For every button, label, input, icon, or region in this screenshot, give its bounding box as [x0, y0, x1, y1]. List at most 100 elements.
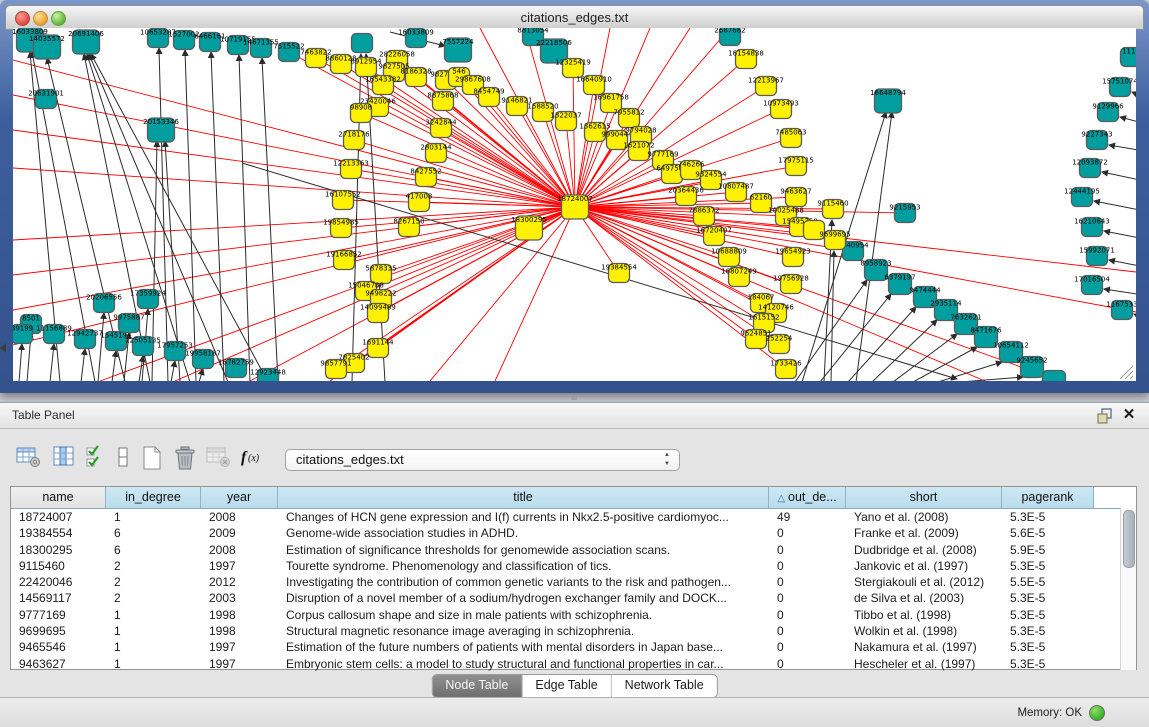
table-cell: 0 [769, 590, 846, 606]
graph-node-label: 20631901 [28, 90, 64, 98]
column-header-pagerank[interactable]: pagerank [1002, 487, 1094, 508]
table-cell: Changes of HCN gene expression and I(f) … [278, 509, 769, 525]
table-row[interactable]: 977716911998Corpus callosum shape and si… [11, 607, 1136, 623]
tab-node-table[interactable]: Node Table [432, 675, 521, 697]
black-citation-edge[interactable] [1104, 231, 1136, 240]
delete-rows-icon[interactable] [172, 445, 200, 473]
close-panel-icon[interactable]: ✕ [1121, 406, 1137, 424]
table-row[interactable]: 1872400712008Changes of HCN gene express… [11, 509, 1136, 525]
black-citation-edge[interactable] [1120, 117, 1136, 125]
red-citation-edge[interactable] [573, 68, 575, 207]
new-table-icon[interactable] [140, 445, 168, 473]
scrollbar-thumb[interactable] [1123, 510, 1135, 568]
black-citation-edge[interactable] [872, 320, 937, 381]
black-citation-edge[interactable] [1109, 145, 1136, 152]
red-citation-edge[interactable] [13, 207, 575, 345]
graph-node[interactable] [1043, 371, 1066, 382]
graph-node-label: 20364436 [668, 187, 704, 195]
red-citation-edge[interactable] [575, 207, 791, 284]
table-row[interactable]: 946362711997Embryonic stem cells: a mode… [11, 656, 1136, 672]
sort-ascending-icon: △ [777, 493, 785, 504]
table-cell: 0 [769, 656, 846, 672]
table-row[interactable]: 946554611997Estimation of the future num… [11, 639, 1136, 655]
table-cell: 1 [106, 607, 201, 623]
graph-node-label: 12325419 [555, 59, 591, 67]
black-citation-edge[interactable] [848, 307, 916, 381]
table-cell: Franke et al. (2009) [846, 525, 1002, 541]
black-citation-edge[interactable] [185, 50, 196, 381]
black-citation-edge[interactable] [112, 351, 116, 381]
float-panel-icon[interactable] [1097, 408, 1113, 424]
graph-node[interactable] [352, 34, 373, 53]
red-citation-edge[interactable] [13, 130, 575, 207]
table-row[interactable]: 1830029562008Estimation of significance … [11, 542, 1136, 558]
black-citation-edge[interactable] [960, 377, 1023, 381]
red-citation-edge[interactable] [575, 203, 761, 207]
graph-node-label: 16210643 [1074, 218, 1110, 226]
table-cell: 0 [769, 607, 846, 623]
tab-network-table[interactable]: Network Table [611, 675, 717, 697]
black-citation-edge[interactable] [1094, 201, 1136, 212]
panel-collapse-arrow-icon[interactable] [0, 343, 6, 353]
column-header-title[interactable]: title [278, 487, 769, 508]
table-row[interactable]: 1456911722003Disruption of a novel membe… [11, 590, 1136, 606]
graph-node-label: 9129966 [1092, 103, 1124, 111]
graph-node-label: 8454749 [473, 88, 504, 96]
table-settings-icon[interactable] [16, 445, 44, 473]
table-row[interactable]: 1938455462009Genome-wide association stu… [11, 525, 1136, 541]
window-title: citations_edges.txt [6, 6, 1143, 29]
graph-node-label: 1362615 [579, 123, 610, 131]
table-cell: 5.3E-5 [1002, 623, 1094, 639]
black-citation-edge[interactable] [1109, 260, 1136, 268]
table-row[interactable]: 2242004622012Investigating the contribut… [11, 574, 1136, 590]
black-citation-edge[interactable] [820, 294, 891, 381]
graph-node-label: 17975115 [778, 157, 814, 165]
window-titlebar[interactable]: citations_edges.txt [5, 5, 1144, 30]
app-root: { "window": { "title": "citations_edges.… [0, 0, 1149, 727]
graph-node-label: 10973493 [763, 100, 799, 108]
graph-node-label: 29867608 [455, 76, 491, 84]
black-citation-edge[interactable] [1102, 172, 1136, 182]
table-cell: 5.3E-5 [1002, 590, 1094, 606]
table-type-tabs: Node TableEdge TableNetwork Table [431, 674, 717, 698]
black-citation-edge[interactable] [262, 58, 278, 381]
table-panel-title: Table Panel [12, 403, 75, 428]
red-citation-edge[interactable] [575, 207, 1136, 272]
status-bar: Memory: OK [0, 697, 1149, 727]
column-header-year[interactable]: year [201, 487, 278, 508]
table-row[interactable]: 911546021997Tourette syndrome. Phenomeno… [11, 558, 1136, 574]
vertical-scrollbar[interactable] [1120, 508, 1136, 670]
graph-node-label: 8875868 [427, 92, 458, 100]
table-selector-dropdown[interactable]: citations_edges.txt ▲▼ [285, 449, 680, 471]
red-citation-edge[interactable] [441, 128, 575, 207]
black-citation-edge[interactable] [1132, 92, 1136, 100]
show-columns-icon[interactable] [52, 445, 80, 473]
black-citation-edge[interactable] [1134, 314, 1136, 322]
black-citation-edge[interactable] [159, 48, 168, 381]
black-citation-edge[interactable] [19, 344, 22, 381]
black-citation-edge[interactable] [1104, 289, 1136, 296]
tab-edge-table[interactable]: Edge Table [521, 675, 610, 697]
resize-grip-icon[interactable] [1130, 376, 1133, 379]
black-citation-edge[interactable] [199, 369, 203, 381]
network-graph[interactable]: 1603380914035572206914061065328715270026… [13, 28, 1136, 381]
black-citation-edge[interactable] [81, 349, 85, 381]
black-citation-edge[interactable] [211, 52, 224, 381]
black-citation-edge[interactable] [913, 347, 977, 381]
black-citation-edge[interactable] [50, 344, 54, 381]
graph-node-label: 12942737 [67, 330, 103, 338]
function-builder-icon[interactable]: f(x) [240, 445, 268, 473]
column-header-in-degree[interactable]: in_degree [106, 487, 201, 508]
black-citation-edge[interactable] [893, 334, 957, 381]
splitter-handle[interactable] [571, 396, 577, 400]
column-header-out-de[interactable]: △out_de... [769, 487, 846, 508]
red-citation-edge[interactable] [13, 207, 575, 240]
table-row[interactable]: 969969511998Structural magnetic resonanc… [11, 623, 1136, 639]
table-cell: 2012 [201, 574, 278, 590]
black-citation-edge[interactable] [171, 361, 175, 381]
column-header-short[interactable]: short [846, 487, 1002, 508]
select-rows-icon[interactable] [86, 445, 114, 473]
column-header-name[interactable]: name [11, 487, 106, 508]
graph-node-label: 10654112 [993, 342, 1029, 350]
network-graph-canvas[interactable]: 1603380914035572206914061065328715270026… [13, 28, 1136, 381]
